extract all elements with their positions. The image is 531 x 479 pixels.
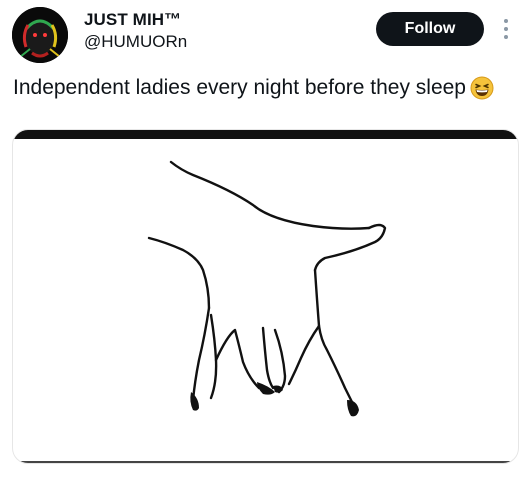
tweet-card: JUST MIH™ @HUMUORn Follow Independent la…: [0, 0, 531, 479]
media-bottom-line: [13, 461, 518, 463]
display-name[interactable]: JUST MIH™: [84, 11, 187, 28]
user-handle[interactable]: @HUMUORn: [84, 33, 187, 50]
grinning-squinting-face-icon: [470, 76, 494, 100]
tweet-text-row: Independent ladies every night before th…: [13, 76, 494, 100]
avatar-image: [12, 7, 68, 63]
more-vertical-icon[interactable]: [500, 16, 512, 42]
user-info: JUST MIH™ @HUMUORn: [84, 11, 187, 50]
avatar[interactable]: [12, 7, 68, 63]
follow-button[interactable]: Follow: [376, 12, 484, 46]
tweet-media[interactable]: [12, 129, 519, 464]
hand-drawing-image: [147, 160, 387, 417]
tweet-text: Independent ladies every night before th…: [13, 76, 466, 99]
